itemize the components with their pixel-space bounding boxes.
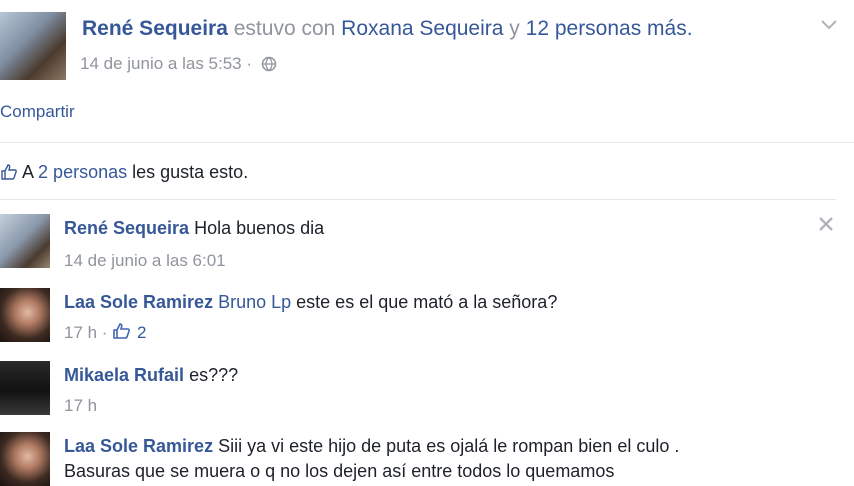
post-author-avatar[interactable] <box>0 12 66 80</box>
comment-body: Mikaela Rufail es??? <box>64 365 238 386</box>
comment-avatar[interactable] <box>0 361 50 415</box>
comment-body: Laa Sole Ramirez Bruno Lp este es el que… <box>64 292 557 313</box>
comment-text: Hola buenos dia <box>194 218 325 238</box>
comment-avatar[interactable] <box>0 288 50 342</box>
comment-text-continued: Basuras que se muera o q no los dejen as… <box>64 461 615 481</box>
thumbs-up-icon[interactable] <box>112 322 132 345</box>
post-and-text: y <box>509 17 520 40</box>
comment-timestamp[interactable]: 14 de junio a las 6:01 <box>64 251 226 271</box>
comment-author-link[interactable]: Laa Sole Ramirez <box>64 436 213 456</box>
share-button[interactable]: Compartir <box>0 102 75 122</box>
comment-text: es??? <box>189 365 239 385</box>
post-date-link[interactable]: 14 de junio a las 5:53 · <box>80 54 252 73</box>
mention-link[interactable]: Bruno Lp <box>218 292 291 312</box>
post-with-text: estuvo con <box>233 17 336 40</box>
comment-text: este es el que mató a la señora? <box>296 292 558 312</box>
post-meta: 14 de junio a las 5:53 · <box>80 54 277 77</box>
divider <box>0 142 854 143</box>
comment-timestamp[interactable]: 17 h · <box>64 323 107 342</box>
chevron-down-icon[interactable] <box>818 14 840 36</box>
comment-avatar[interactable] <box>0 214 50 268</box>
thumbs-up-icon <box>0 163 18 186</box>
likes-summary: A 2 personas les gusta esto. <box>0 162 248 186</box>
comment-meta: 17 h · 2 <box>64 322 146 345</box>
post-author-link[interactable]: René Sequeira <box>82 17 228 40</box>
divider <box>0 199 836 200</box>
likes-prefix: A <box>22 162 34 182</box>
comment-body: Laa Sole Ramirez Siii ya vi este hijo de… <box>64 436 679 457</box>
comment-author-link[interactable]: René Sequeira <box>64 218 189 238</box>
likes-people-link[interactable]: 2 personas <box>38 162 127 182</box>
post-header: René Sequeira estuvo con Roxana Sequeira… <box>82 17 693 41</box>
tagged-person-link[interactable]: Roxana Sequeira <box>341 17 503 40</box>
comment-timestamp[interactable]: 17 h <box>64 396 97 416</box>
close-icon[interactable] <box>816 214 836 234</box>
comment-author-link[interactable]: Laa Sole Ramirez <box>64 292 213 312</box>
comment-author-link[interactable]: Mikaela Rufail <box>64 365 184 385</box>
globe-icon <box>261 56 277 77</box>
comment-like-count[interactable]: 2 <box>137 323 146 342</box>
likes-suffix: les gusta esto. <box>132 162 249 182</box>
comment-text: Siii ya vi este hijo de puta es ojalá le… <box>218 436 680 456</box>
others-link[interactable]: 12 personas más. <box>526 17 693 40</box>
comment-body: René Sequeira Hola buenos dia <box>64 218 324 239</box>
